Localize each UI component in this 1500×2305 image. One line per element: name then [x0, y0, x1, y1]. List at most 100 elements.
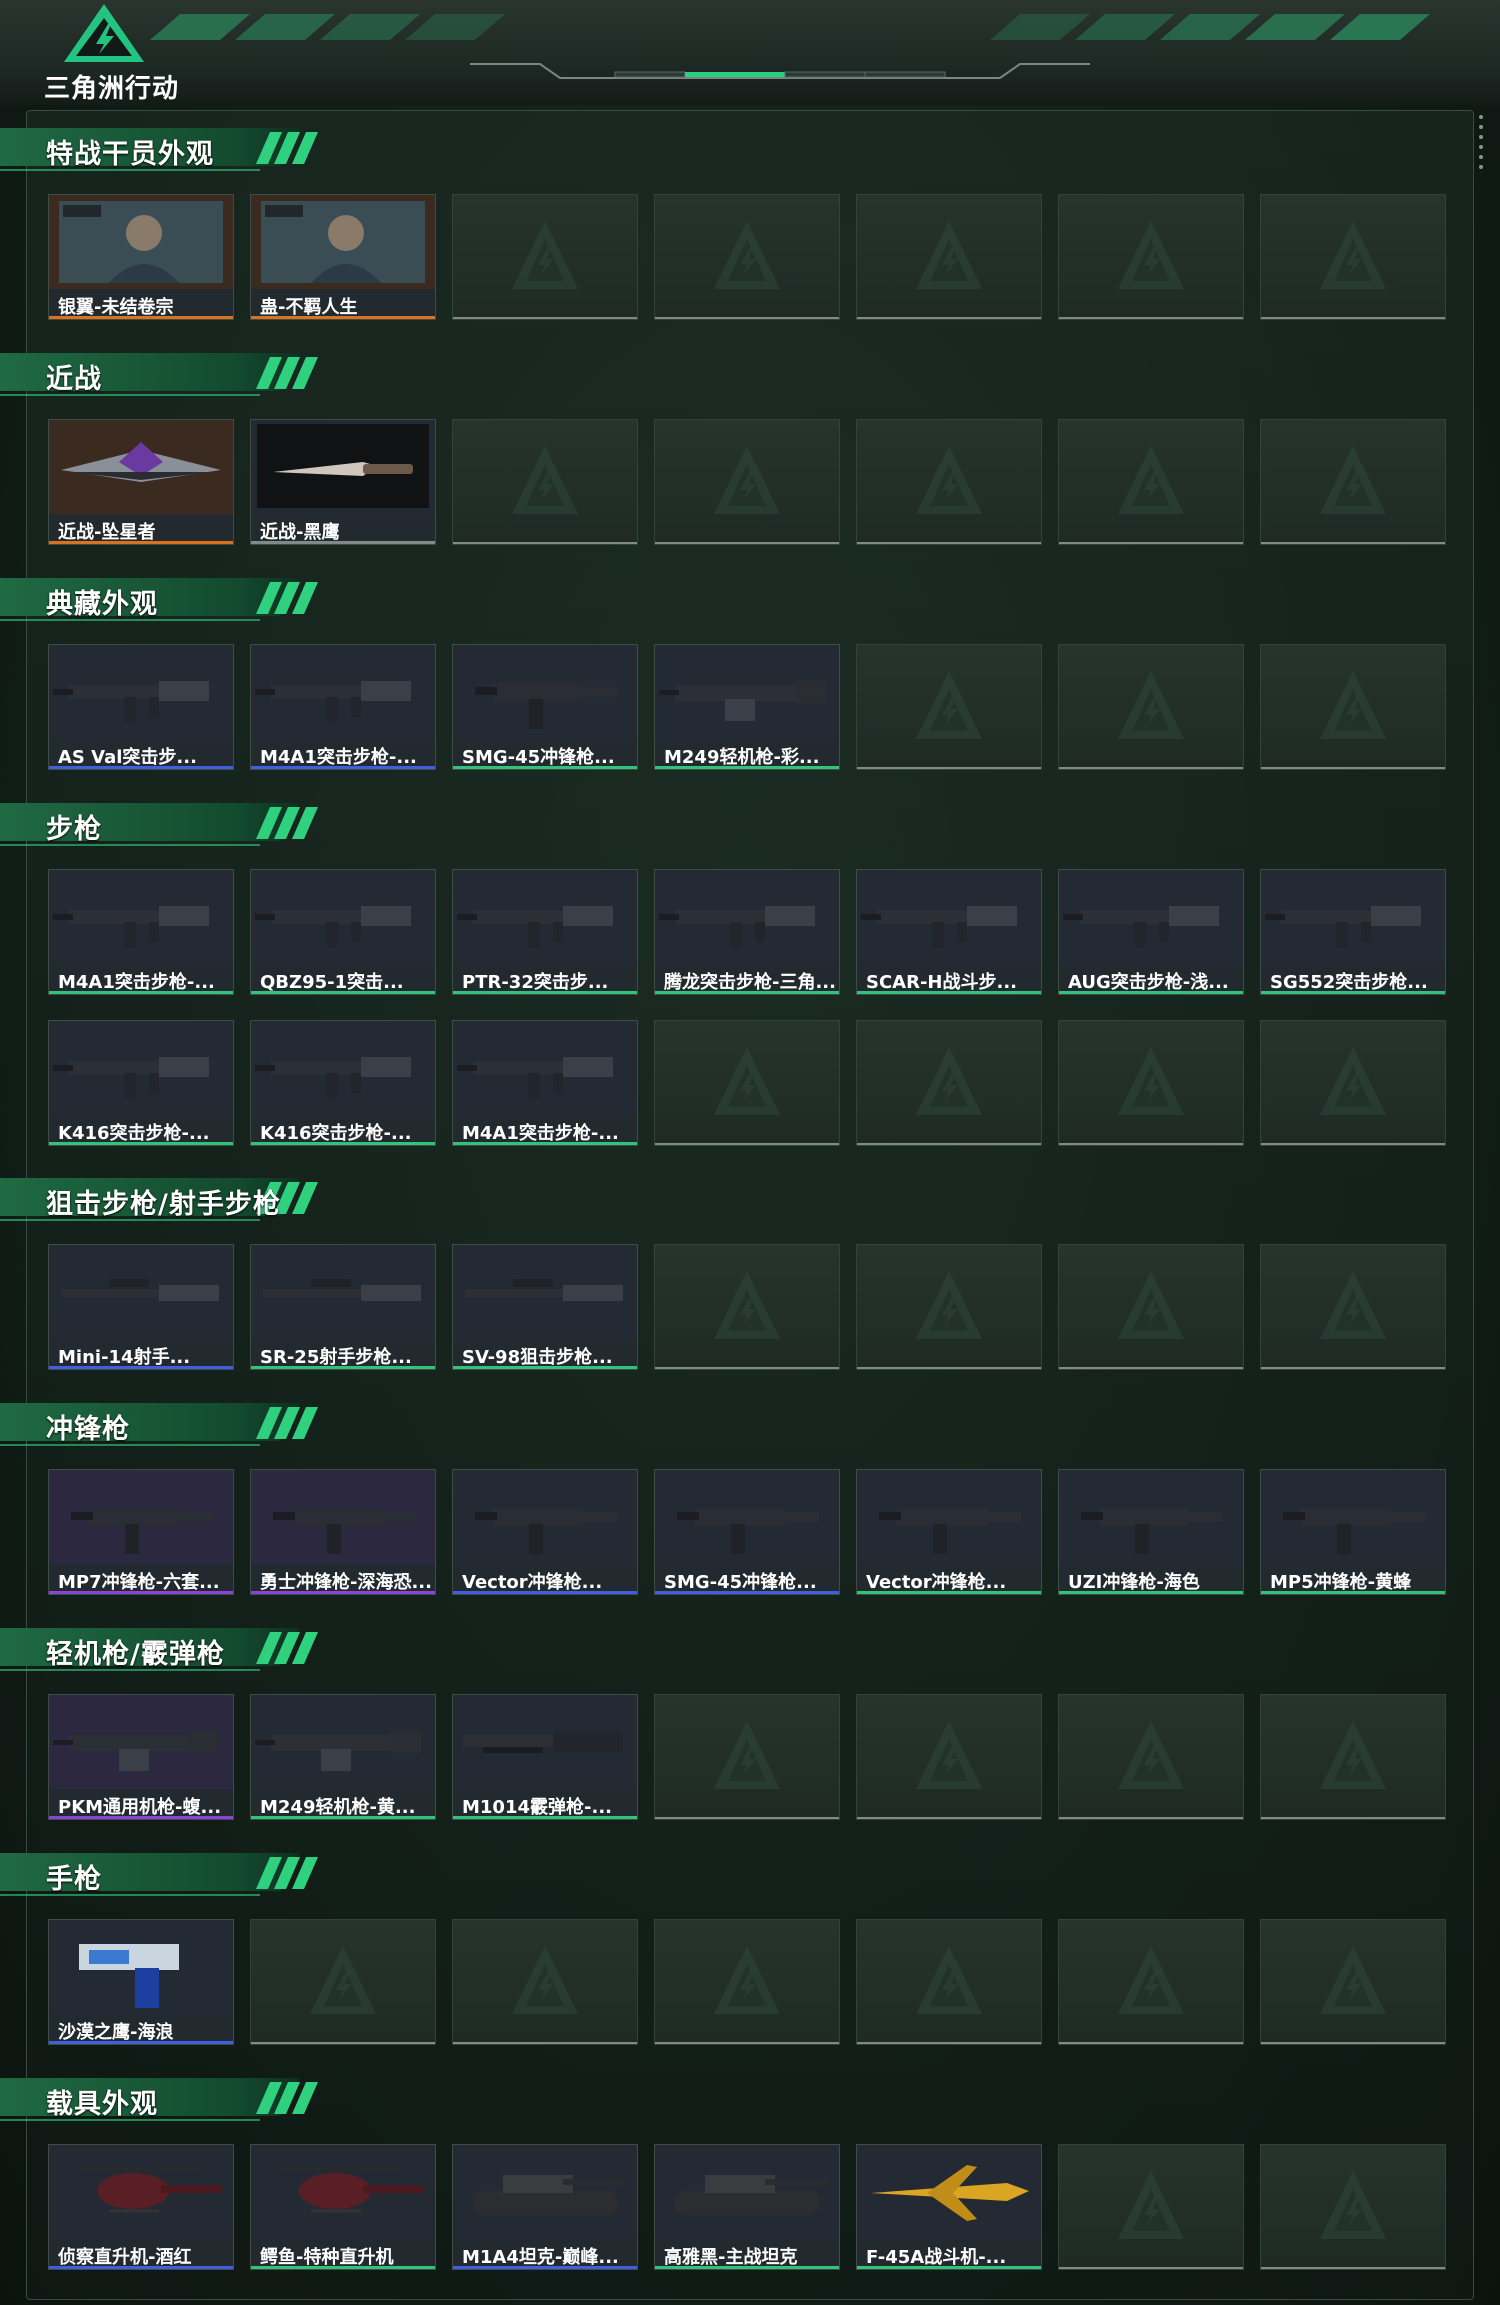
skin-card[interactable]: 蛊-不羁人生 — [250, 194, 436, 320]
skin-card[interactable]: M4A1突击步枪-... — [250, 644, 436, 770]
empty-slot — [1260, 419, 1446, 545]
skin-card[interactable]: M249轻机枪-黄... — [250, 1694, 436, 1820]
skin-card[interactable]: SG552突击步枪... — [1260, 869, 1446, 995]
smg-icon — [1261, 1470, 1445, 1564]
placeholder-logo-icon — [916, 1721, 982, 1789]
skin-card[interactable]: 近战-坠星者 — [48, 419, 234, 545]
slot-bottom-line — [857, 1143, 1041, 1145]
section-header: 特战干员外观 — [0, 124, 330, 174]
rarity-bar — [251, 316, 435, 319]
empty-slot — [654, 1694, 840, 1820]
game-logo-text: 三角洲行动 — [44, 74, 180, 104]
skin-card[interactable]: AS Val突击步... — [48, 644, 234, 770]
smg-icon — [1059, 1470, 1243, 1564]
skin-card[interactable]: QBZ95-1突击... — [250, 869, 436, 995]
skin-card[interactable]: PTR-32突击步... — [452, 869, 638, 995]
placeholder-logo-icon — [916, 1047, 982, 1115]
skin-card[interactable]: 腾龙突击步枪-三角... — [654, 869, 840, 995]
slot-bottom-line — [1059, 1143, 1243, 1145]
rarity-bar — [49, 1591, 233, 1594]
rarity-bar — [453, 991, 637, 994]
rifle-icon — [251, 1021, 435, 1115]
skin-card[interactable]: SCAR-H战斗步... — [856, 869, 1042, 995]
slot-bottom-line — [1261, 1817, 1445, 1819]
slot-bottom-line — [1059, 767, 1243, 769]
skin-card[interactable]: 鳄鱼-特种直升机 — [250, 2144, 436, 2270]
placeholder-logo-icon — [1320, 671, 1386, 739]
placeholder-logo-icon — [1118, 1721, 1184, 1789]
operator-portrait-icon — [251, 195, 435, 289]
placeholder-logo-icon — [714, 446, 780, 514]
slot-bottom-line — [1059, 1817, 1243, 1819]
rarity-bar — [655, 1591, 839, 1594]
empty-slot — [856, 419, 1042, 545]
skin-card[interactable]: 勇士冲锋枪-深海恐... — [250, 1469, 436, 1595]
rarity-bar — [251, 991, 435, 994]
top-header: 三角洲行动 — [0, 0, 1500, 105]
skin-card[interactable]: Mini-14射手... — [48, 1244, 234, 1370]
lmg-icon — [251, 1695, 435, 1789]
skin-card[interactable]: AUG突击步枪-浅... — [1058, 869, 1244, 995]
rarity-bar — [251, 1366, 435, 1369]
placeholder-logo-icon — [1118, 2171, 1184, 2239]
slot-bottom-line — [251, 2042, 435, 2044]
skin-card[interactable]: SV-98狙击步枪... — [452, 1244, 638, 1370]
skin-card[interactable]: Vector冲锋枪... — [856, 1469, 1042, 1595]
empty-slot — [1260, 194, 1446, 320]
rifle-icon — [453, 870, 637, 964]
rarity-bar — [49, 1142, 233, 1145]
empty-slot — [1058, 1244, 1244, 1370]
skin-card[interactable]: 侦察直升机-酒红 — [48, 2144, 234, 2270]
skin-card[interactable]: SMG-45冲锋枪... — [452, 644, 638, 770]
skin-card[interactable]: 银翼-未结卷宗 — [48, 194, 234, 320]
rifle-icon — [1261, 870, 1445, 964]
skin-card[interactable]: M4A1突击步枪-... — [48, 869, 234, 995]
smg-icon — [857, 1470, 1041, 1564]
rarity-bar — [49, 2041, 233, 2044]
smg-icon — [49, 1470, 233, 1564]
rifle-icon — [857, 870, 1041, 964]
skin-card[interactable]: MP5冲锋枪-黄蜂 — [1260, 1469, 1446, 1595]
slot-bottom-line — [655, 1367, 839, 1369]
skin-card[interactable]: F-45A战斗机-... — [856, 2144, 1042, 2270]
skin-card[interactable]: M1014霰弹枪-... — [452, 1694, 638, 1820]
slot-bottom-line — [1059, 317, 1243, 319]
skin-card[interactable]: K416突击步枪-... — [250, 1020, 436, 1146]
sniper-rifle-icon — [453, 1245, 637, 1339]
skin-card[interactable]: SR-25射手步枪... — [250, 1244, 436, 1370]
rarity-bar — [453, 1142, 637, 1145]
section-title: 步枪 — [46, 814, 102, 845]
slot-bottom-line — [655, 2042, 839, 2044]
skin-card[interactable]: UZI冲锋枪-海色 — [1058, 1469, 1244, 1595]
placeholder-logo-icon — [714, 221, 780, 289]
skin-card[interactable]: 沙漠之鹰-海浪 — [48, 1919, 234, 2045]
slot-bottom-line — [857, 2042, 1041, 2044]
empty-slot — [856, 194, 1042, 320]
slot-bottom-line — [1261, 317, 1445, 319]
section-title: 轻机枪/霰弹枪 — [46, 1639, 225, 1670]
skin-card[interactable]: 近战-黑鹰 — [250, 419, 436, 545]
lmg-icon — [655, 645, 839, 739]
placeholder-logo-icon — [916, 1271, 982, 1339]
skin-card[interactable]: SMG-45冲锋枪... — [654, 1469, 840, 1595]
skin-card[interactable]: M249轻机枪-彩... — [654, 644, 840, 770]
rarity-bar — [857, 2266, 1041, 2269]
scrollbar-handle[interactable] — [1478, 115, 1484, 185]
skin-card[interactable]: 高雅黑-主战坦克 — [654, 2144, 840, 2270]
skin-card[interactable]: M4A1突击步枪-... — [452, 1020, 638, 1146]
empty-slot — [452, 419, 638, 545]
empty-slot — [1058, 644, 1244, 770]
placeholder-logo-icon — [1118, 671, 1184, 739]
skin-card[interactable]: Vector冲锋枪... — [452, 1469, 638, 1595]
skin-card[interactable]: M1A4坦克-巅峰... — [452, 2144, 638, 2270]
slot-bottom-line — [857, 542, 1041, 544]
skin-card[interactable]: PKM通用机枪-蝮... — [48, 1694, 234, 1820]
slot-bottom-line — [1059, 1367, 1243, 1369]
slot-bottom-line — [453, 317, 637, 319]
skin-card[interactable]: K416突击步枪-... — [48, 1020, 234, 1146]
slot-bottom-line — [1261, 2267, 1445, 2269]
skin-card[interactable]: MP7冲锋枪-六套... — [48, 1469, 234, 1595]
rarity-bar — [251, 766, 435, 769]
rifle-icon — [453, 1021, 637, 1115]
section-header: 狙击步枪/射手步枪 — [0, 1174, 330, 1224]
